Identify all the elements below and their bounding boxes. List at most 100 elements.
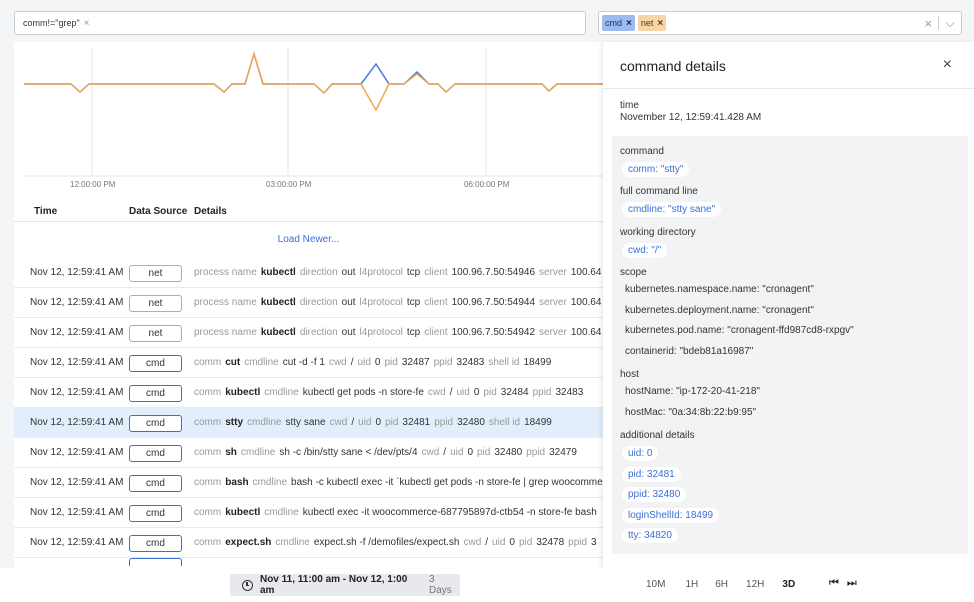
table-row[interactable]: Nov 12, 12:59:41 AM net process name kubect… [14,258,603,288]
detail-value: bash -c kubectl exec -it `kubectl get po… [291,477,603,488]
filter-pill[interactable]: uid: 0 [622,446,659,461]
detail-key: uid [450,447,464,458]
detail-key: comm [194,357,222,368]
column-header-details[interactable]: Details [194,206,227,217]
detail-value: tcp [406,267,421,278]
row-time: Nov 12, 12:59:41 AM [30,357,124,368]
time-range-bar: Nov 11, 11:00 am - Nov 12, 1:00 am 3 Day… [0,568,974,602]
filter-pill[interactable]: pid: 32481 [622,467,681,482]
zoom-option[interactable]: 10M [646,579,665,590]
detail-value: tcp [406,327,421,338]
detail-key: pid [384,357,398,368]
table-row-partial [14,558,603,566]
zoom-option[interactable]: 12H [746,579,764,590]
source-badge: net [129,265,182,282]
detail-value: kubectl exec -it woocommerce-687795897d-… [302,507,597,518]
row-details: comm expect.sh cmdline expect.sh -f /demofi… [194,537,601,548]
detail-value: 18499 [523,357,552,368]
table-row[interactable]: Nov 12, 12:59:41 AM cmd comm stty cmdline stt… [14,408,603,438]
detail-key: comm [194,507,222,518]
section-command: command [620,146,664,157]
row-details: comm stty cmdline stty sane cwd / uid 0 pid 32481… [194,417,556,428]
table-row[interactable]: Nov 12, 12:59:41 AM cmd comm kubectl cmdline… [14,378,603,408]
detail-key: comm [194,537,222,548]
detail-key: pid [483,387,497,398]
skip-to-start-icon[interactable]: ⏮ [829,577,839,590]
section-full-command-line: full command line [620,186,698,197]
table-row[interactable]: Nov 12, 12:59:41 AM cmd comm kubectl cmdline… [14,498,603,528]
detail-key: l4protocol [359,267,403,278]
detail-key: cmdline [247,417,282,428]
detail-value: stty [225,417,244,428]
section-working-directory: working directory [620,227,696,238]
detail-key: uid [456,387,470,398]
time-value: November 12, 12:59:41.428 AM [620,112,762,123]
detail-key: client [424,327,448,338]
event-timeline-chart[interactable]: 12:00:00 PM 03:00:00 PM 06:00:00 PM [14,42,603,194]
filter-pill[interactable]: cwd: "/" [622,243,668,258]
filter-bar: comm!="grep" × cmd × net × × ⌵ [0,0,974,42]
detail-value: / [485,537,489,548]
detail-key: uid [357,357,371,368]
events-panel: 12:00:00 PM 03:00:00 PM 06:00:00 PM Time… [14,42,603,568]
detail-value: bash [225,477,249,488]
table-row[interactable]: Nov 12, 12:59:41 AM cmd comm expect.sh cmdli… [14,528,603,558]
zoom-option[interactable]: 6H [715,579,728,590]
detail-key: ppid [434,417,454,428]
x-tick-label: 06:00:00 PM [464,180,510,189]
detail-value: kubectl [225,387,261,398]
query-chip-remove-icon[interactable]: × [84,18,90,29]
scope-value: kubernetes.pod.name: "cronagent-ffd987cd… [625,325,854,336]
detail-value: kubectl [260,327,296,338]
filter-pill[interactable]: loginShellId: 18499 [622,508,720,523]
time-range-label: Nov 11, 11:00 am - Nov 12, 1:00 am [259,574,408,596]
detail-key: cwd [421,447,440,458]
remove-tag-icon[interactable]: × [657,18,663,29]
detail-value: 32481 [402,417,431,428]
time-range-picker[interactable]: Nov 11, 11:00 am - Nov 12, 1:00 am 3 Day… [230,574,460,596]
detail-value: 32483 [456,357,485,368]
filter-pill[interactable]: tty: 34820 [622,528,678,543]
detail-value: 0 [509,537,515,548]
zoom-option[interactable]: 3D [782,579,795,590]
row-time: Nov 12, 12:59:41 AM [30,387,124,398]
x-tick-label: 03:00:00 PM [266,180,312,189]
detail-key: client [424,297,448,308]
table-row[interactable]: Nov 12, 12:59:41 AM cmd comm bash cmdline bas… [14,468,603,498]
column-header-source[interactable]: Data Source [129,206,187,217]
source-badge [129,558,182,566]
column-header-time[interactable]: Time [34,206,57,217]
detail-fields: command comm: "stty" full command line c… [612,136,968,554]
clock-icon [242,579,253,591]
detail-value: tcp [406,297,421,308]
table-row[interactable]: Nov 12, 12:59:41 AM cmd comm cut cmdline cut … [14,348,603,378]
skip-forward-icon[interactable]: ⏭ [847,577,857,590]
detail-value: / [449,387,453,398]
scope-value: containerid: "bdeb81a16987" [625,346,754,357]
remove-tag-icon[interactable]: × [626,18,632,29]
source-select[interactable]: cmd × net × × ⌵ [598,11,962,35]
zoom-option[interactable]: 1H [685,579,698,590]
divider [603,88,974,89]
panel-title: command details [620,58,726,74]
clear-icon[interactable]: × [925,16,933,31]
detail-key: cwd [328,357,347,368]
filter-pill[interactable]: cmdline: "stty sane" [622,202,722,217]
filter-pill[interactable]: ppid: 32480 [622,487,687,502]
filter-pill[interactable]: comm: "stty" [622,162,690,177]
detail-value: out [341,267,356,278]
row-details: process name kubectl direction out l4protoco… [194,297,603,308]
table-row[interactable]: Nov 12, 12:59:41 AM net process name kubect… [14,318,603,348]
host-value: hostName: "ip-172-20-41-218" [625,386,760,397]
chevron-down-icon[interactable]: ⌵ [945,15,955,31]
load-newer-link[interactable]: Load Newer... [14,234,603,245]
time-navigation: ⏮ ⏭ [829,577,857,590]
table-row[interactable]: Nov 12, 12:59:41 AM cmd comm sh cmdline sh -c… [14,438,603,468]
table-row[interactable]: Nov 12, 12:59:41 AM net process name kubect… [14,288,603,318]
query-input[interactable]: comm!="grep" × [14,11,586,35]
row-time: Nov 12, 12:59:41 AM [30,267,124,278]
source-badge: net [129,325,182,342]
source-badge: cmd [129,445,182,462]
detail-value: sh -c /bin/stty sane < /dev/pts/4 [279,447,418,458]
close-icon[interactable]: × [943,56,952,74]
